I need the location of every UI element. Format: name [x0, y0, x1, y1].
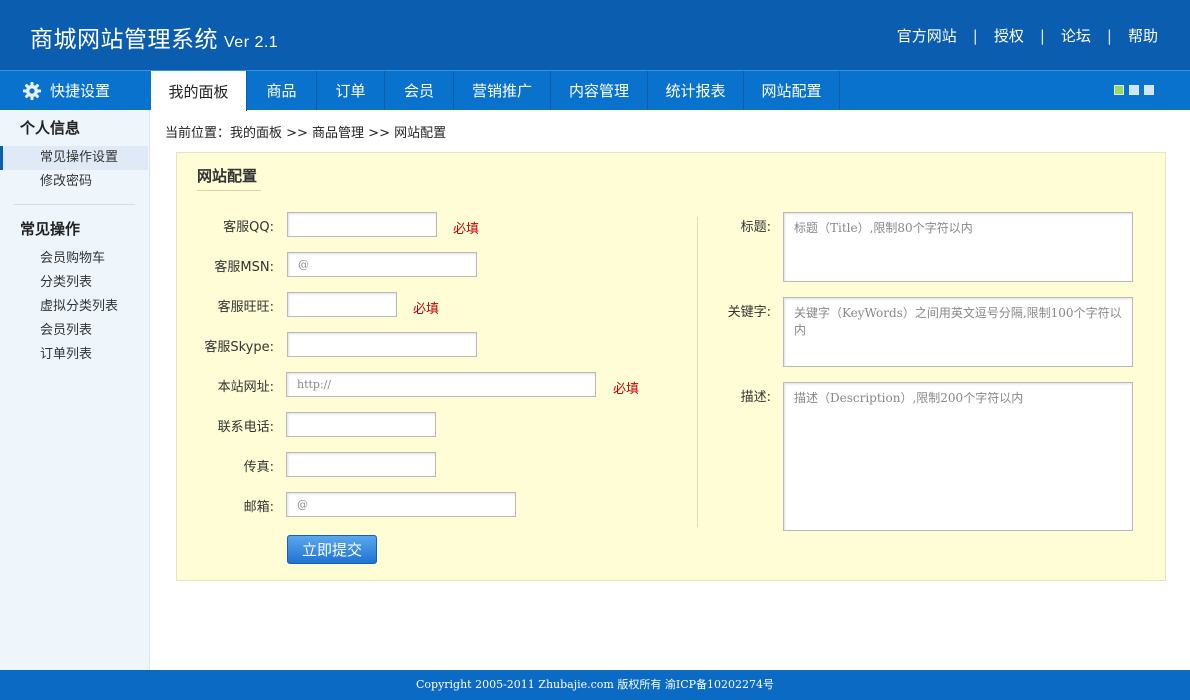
- seo-title-textarea[interactable]: [783, 212, 1133, 282]
- quick-settings-button[interactable]: 快捷设置: [0, 71, 150, 110]
- sidebar-item-member-cart[interactable]: 会员购物车: [0, 247, 149, 271]
- seo-keywords-textarea[interactable]: [783, 297, 1133, 367]
- email-label: 邮箱:: [243, 500, 274, 515]
- fax-label: 传真:: [243, 460, 274, 475]
- panel-title: 网站配置: [197, 165, 261, 191]
- app-header: 商城网站管理系统 Ver 2.1 官方网站 | 授权 | 论坛 | 帮助: [0, 0, 1190, 70]
- sidebar-item-common-settings[interactable]: 常见操作设置: [0, 146, 148, 170]
- qq-input[interactable]: [287, 212, 437, 237]
- msn-label: 客服MSN:: [214, 260, 274, 275]
- main-nav: 快捷设置 我的面板 商品 订单 会员 营销推广 内容管理 统计报表 网站配置: [0, 70, 1190, 111]
- seo-keywords-label: 关键字:: [727, 305, 771, 320]
- link-separator: |: [972, 26, 978, 45]
- wangwang-required: 必填: [413, 302, 440, 317]
- tab-products[interactable]: 商品: [247, 71, 317, 110]
- submit-button[interactable]: 立即提交: [287, 535, 377, 564]
- link-separator: |: [1039, 26, 1045, 45]
- site-config-panel: 网站配置 客服QQ: 必填 客服MSN: 客服旺旺: 必填 客服Skype: 本…: [176, 152, 1166, 581]
- tab-orders[interactable]: 订单: [317, 71, 385, 110]
- tab-my-panel[interactable]: 我的面板: [151, 71, 247, 111]
- view-grid-icon[interactable]: [1114, 85, 1124, 95]
- sidebar-divider: [14, 204, 135, 205]
- phone-input[interactable]: [286, 412, 436, 437]
- wangwang-input[interactable]: [287, 292, 397, 317]
- tab-site-config[interactable]: 网站配置: [744, 71, 840, 110]
- app-version: Ver 2.1: [224, 34, 279, 51]
- phone-label: 联系电话:: [217, 420, 274, 435]
- qq-label: 客服QQ:: [223, 220, 274, 235]
- sidebar-section-personal: 个人信息: [20, 119, 81, 137]
- view-list-icon[interactable]: [1144, 85, 1154, 95]
- sidebar-item-member-list[interactable]: 会员列表: [0, 319, 149, 343]
- tab-statistics[interactable]: 统计报表: [648, 71, 744, 110]
- site-url-input[interactable]: [286, 372, 596, 397]
- email-input[interactable]: [286, 492, 516, 517]
- link-official-site[interactable]: 官方网站: [897, 25, 957, 46]
- sidebar-item-order-list[interactable]: 订单列表: [0, 343, 149, 367]
- breadcrumb: 当前位置：我的面板 >> 商品管理 >> 网站配置: [165, 126, 447, 141]
- skype-label: 客服Skype:: [204, 340, 274, 355]
- msn-input[interactable]: [287, 252, 477, 277]
- app-title-text: 商城网站管理系统: [30, 27, 218, 53]
- link-help[interactable]: 帮助: [1128, 25, 1158, 46]
- tab-marketing[interactable]: 营销推广: [454, 71, 551, 110]
- seo-title-label: 标题:: [740, 220, 771, 235]
- seo-description-label: 描述:: [740, 390, 771, 405]
- footer-copyright: Copyright 2005-2011 Zhubajie.com 版权所有 渝I…: [0, 670, 1190, 700]
- gear-icon: [23, 81, 41, 100]
- qq-required: 必填: [453, 222, 480, 237]
- sidebar-item-change-password[interactable]: 修改密码: [0, 170, 149, 194]
- site-url-required: 必填: [613, 382, 640, 397]
- link-forum[interactable]: 论坛: [1061, 25, 1091, 46]
- sidebar-item-virtual-category-list[interactable]: 虚拟分类列表: [0, 295, 149, 319]
- seo-description-textarea[interactable]: [783, 382, 1133, 531]
- view-detail-icon[interactable]: [1129, 85, 1139, 95]
- app-title: 商城网站管理系统 Ver 2.1: [30, 20, 278, 54]
- top-links: 官方网站 | 授权 | 论坛 | 帮助: [897, 25, 1158, 46]
- quick-settings-label: 快捷设置: [50, 82, 111, 100]
- fax-input[interactable]: [286, 452, 436, 477]
- link-license[interactable]: 授权: [994, 25, 1024, 46]
- tab-content-management[interactable]: 内容管理: [551, 71, 648, 110]
- tab-members[interactable]: 会员: [385, 71, 454, 110]
- skype-input[interactable]: [287, 332, 477, 357]
- tab-bar: 我的面板 商品 订单 会员 营销推广 内容管理 统计报表 网站配置: [151, 71, 840, 111]
- column-divider: [697, 217, 698, 527]
- wangwang-label: 客服旺旺:: [217, 300, 274, 315]
- sidebar: 个人信息 常见操作设置 修改密码 常见操作 会员购物车 分类列表 虚拟分类列表 …: [0, 110, 150, 670]
- sidebar-section-common: 常见操作: [20, 220, 81, 238]
- site-url-label: 本站网址:: [217, 380, 274, 395]
- sidebar-item-category-list[interactable]: 分类列表: [0, 271, 149, 295]
- view-switcher: [1114, 85, 1154, 95]
- link-separator: |: [1106, 26, 1112, 45]
